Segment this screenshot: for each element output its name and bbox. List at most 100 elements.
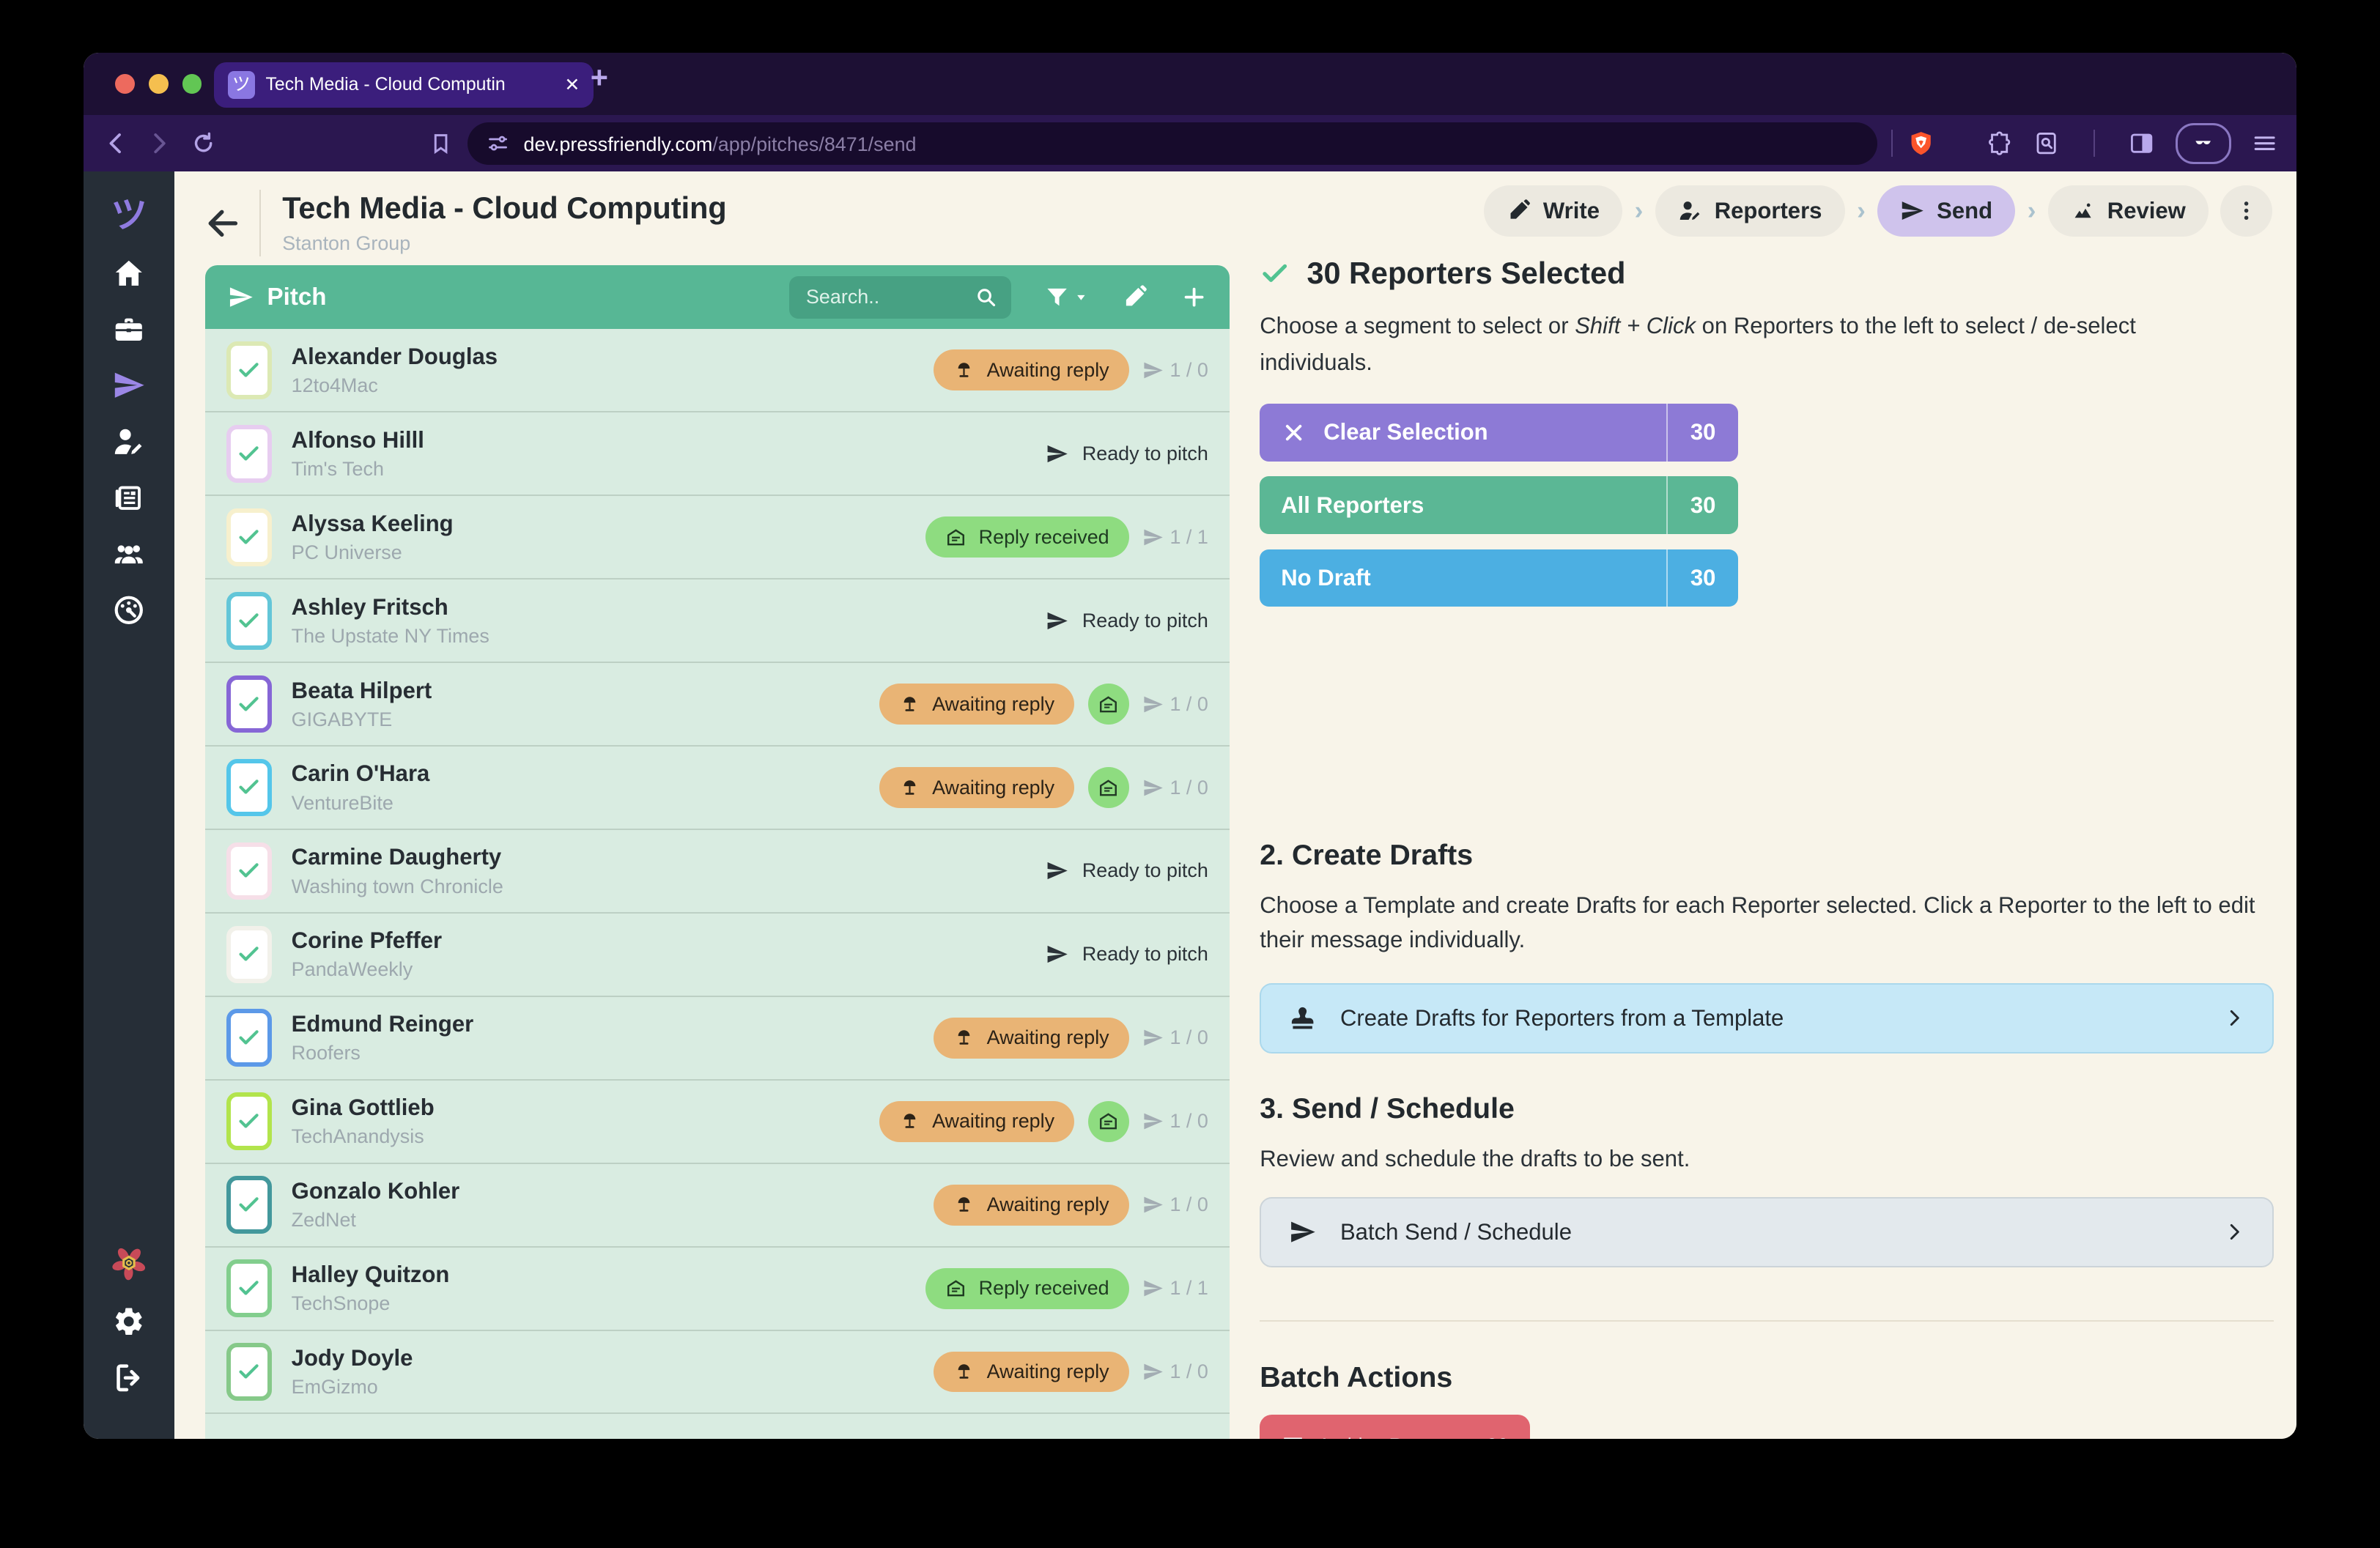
close-window-button[interactable]: [115, 74, 135, 94]
archive-reporters-button[interactable]: Archive Reporters: 30: [1260, 1415, 1530, 1439]
segment-count: 30: [1666, 476, 1737, 534]
check-icon: [237, 775, 261, 799]
compose-button[interactable]: [1122, 284, 1148, 310]
search-input[interactable]: [803, 284, 946, 310]
reporter-search[interactable]: [789, 276, 1010, 319]
reporter-info: Carin O'Hara VentureBite: [292, 760, 430, 814]
reporter-row[interactable]: Beata Hilpert GIGABYTE Awaiting reply 1 …: [205, 663, 1230, 747]
search-icon[interactable]: [975, 286, 997, 308]
reply-envelope-icon: [1088, 767, 1129, 808]
back-icon[interactable]: [102, 130, 129, 157]
screenshot-stage: ツ Tech Media - Cloud Computing ✕ + dev.p…: [0, 0, 2380, 1548]
reporter-checkbox[interactable]: [226, 1176, 272, 1234]
ready-label: Ready to pitch: [1082, 859, 1208, 882]
tune-icon[interactable]: [486, 131, 510, 155]
add-reporter-button[interactable]: [1181, 284, 1207, 310]
status-badge: Awaiting reply: [934, 1018, 1128, 1059]
reporter-outlet: TechAnandysis: [292, 1125, 435, 1148]
reporter-row[interactable]: Alexander Douglas 12to4Mac Awaiting repl…: [205, 329, 1230, 412]
sidebar-item-users-icon[interactable]: [112, 537, 146, 571]
reporter-checkbox[interactable]: [226, 1009, 272, 1067]
sidebar-item-pinwheel-icon[interactable]: [109, 1243, 149, 1283]
sidebar-item-news-icon[interactable]: [112, 481, 146, 515]
reader-search-icon[interactable]: [2033, 130, 2060, 157]
bookmark-icon[interactable]: [428, 130, 454, 156]
reporter-checkbox[interactable]: [226, 341, 272, 399]
reporter-info: Alfonso Hilll Tim's Tech: [292, 427, 424, 481]
ready-to-pitch-status: Ready to pitch: [1046, 442, 1208, 465]
address-bar[interactable]: dev.pressfriendly.com/app/pitches/8471/s…: [468, 122, 1877, 165]
reporter-checkbox[interactable]: [226, 926, 272, 984]
filter-button[interactable]: [1044, 284, 1088, 310]
reporter-checkbox[interactable]: [226, 1092, 272, 1150]
segment-clear-selection[interactable]: Clear Selection 30: [1260, 404, 1737, 462]
create-drafts-button[interactable]: Create Drafts for Reporters from a Templ…: [1260, 983, 2274, 1053]
status-badge-icon: [899, 694, 920, 715]
segment-column-left: Clear Selection 30 All Reporters 30 No D…: [1260, 404, 1737, 607]
reporter-checkbox[interactable]: [226, 425, 272, 483]
step-send[interactable]: Send: [1877, 185, 2015, 237]
reporter-name: Gonzalo Kohler: [292, 1178, 460, 1204]
sent-count-text: 1 / 1: [1169, 526, 1208, 549]
step-write[interactable]: Write: [1484, 185, 1622, 237]
segment-all-reporters[interactable]: All Reporters 30: [1260, 476, 1737, 534]
reporter-row[interactable]: Ashley Fritsch The Upstate NY Times Read…: [205, 579, 1230, 663]
tab-close-icon[interactable]: ✕: [564, 74, 580, 96]
reporter-row[interactable]: Alfonso Hilll Tim's Tech Ready to pitch: [205, 412, 1230, 496]
status-badge-icon: [945, 1278, 967, 1299]
sidebar-item-briefcase-icon[interactable]: [112, 313, 146, 347]
extensions-puzzle-icon[interactable]: [1986, 130, 2013, 157]
check-icon: [237, 859, 261, 883]
reporter-info: Jody Doyle EmGizmo: [292, 1345, 413, 1399]
tab-title: Tech Media - Cloud Computing: [265, 75, 505, 95]
sidebar-toggle-icon[interactable]: [2128, 130, 2155, 157]
browser-tab[interactable]: ツ Tech Media - Cloud Computing ✕: [214, 62, 594, 108]
reporter-row[interactable]: Gina Gottlieb TechAnandysis Awaiting rep…: [205, 1081, 1230, 1164]
reporter-checkbox[interactable]: [226, 1259, 272, 1317]
sidebar-item-plane-icon[interactable]: [112, 369, 146, 402]
segment-no-draft[interactable]: No Draft 30: [1260, 549, 1737, 607]
step-review[interactable]: Review: [2048, 185, 2209, 237]
brave-shield-icon[interactable]: [1907, 129, 1935, 158]
more-menu-button[interactable]: [2220, 185, 2272, 237]
brand-logo: ツ: [111, 196, 147, 235]
sidebar-item-logout-icon[interactable]: [112, 1361, 146, 1395]
batch-send-button[interactable]: Batch Send / Schedule: [1260, 1197, 2274, 1267]
reporter-row[interactable]: Carin O'Hara VentureBite Awaiting reply …: [205, 747, 1230, 830]
reload-icon[interactable]: [190, 130, 217, 157]
sunglasses-rewards-icon[interactable]: [2176, 123, 2231, 164]
status-badge-label: Reply received: [979, 526, 1109, 549]
reporter-row[interactable]: Jody Doyle EmGizmo Awaiting reply 1 / 0: [205, 1331, 1230, 1415]
reporter-row[interactable]: Carmine Daugherty Washing town Chronicle…: [205, 830, 1230, 914]
reporter-checkbox[interactable]: [226, 759, 272, 817]
page-back-icon[interactable]: [205, 205, 242, 242]
minimize-window-button[interactable]: [149, 74, 169, 94]
forward-icon[interactable]: [146, 130, 173, 157]
reporter-checkbox[interactable]: [226, 842, 272, 900]
reporter-checkbox[interactable]: [226, 592, 272, 650]
hamburger-menu-icon[interactable]: [2251, 130, 2278, 157]
reporter-info: Alexander Douglas 12to4Mac: [292, 344, 498, 397]
step-reporters[interactable]: Reporters: [1655, 185, 1845, 237]
sent-count-text: 1 / 1: [1169, 1277, 1208, 1300]
page-title: Tech Media - Cloud Computing: [282, 191, 726, 226]
reporter-checkbox[interactable]: [226, 675, 272, 733]
reporter-row[interactable]: Edmund Reinger Roofers Awaiting reply 1 …: [205, 997, 1230, 1081]
reporter-checkbox[interactable]: [226, 508, 272, 566]
reporter-row[interactable]: Corine Pfeffer PandaWeekly Ready to pitc…: [205, 914, 1230, 997]
ready-to-pitch-status: Ready to pitch: [1046, 859, 1208, 882]
reporter-checkbox[interactable]: [226, 1343, 272, 1401]
app-sidebar: ツ: [84, 171, 174, 1439]
sidebar-item-person-edit-icon[interactable]: [112, 425, 146, 459]
maximize-window-button[interactable]: [182, 74, 202, 94]
reporter-row[interactable]: Gonzalo Kohler ZedNet Awaiting reply 1 /…: [205, 1164, 1230, 1248]
reporter-row[interactable]: Halley Quitzon TechSnope Reply received …: [205, 1248, 1230, 1331]
check-icon: [237, 1276, 261, 1300]
sidebar-item-gauge-icon[interactable]: [112, 593, 146, 627]
sidebar-item-gear-icon[interactable]: [112, 1305, 146, 1338]
reporter-row[interactable]: Alyssa Keeling PC Universe Reply receive…: [205, 496, 1230, 579]
status-badge-icon: [953, 360, 975, 381]
sidebar-item-home-icon[interactable]: [112, 256, 146, 290]
new-tab-button[interactable]: +: [591, 61, 608, 95]
reporter-outlet: PC Universe: [292, 541, 454, 564]
